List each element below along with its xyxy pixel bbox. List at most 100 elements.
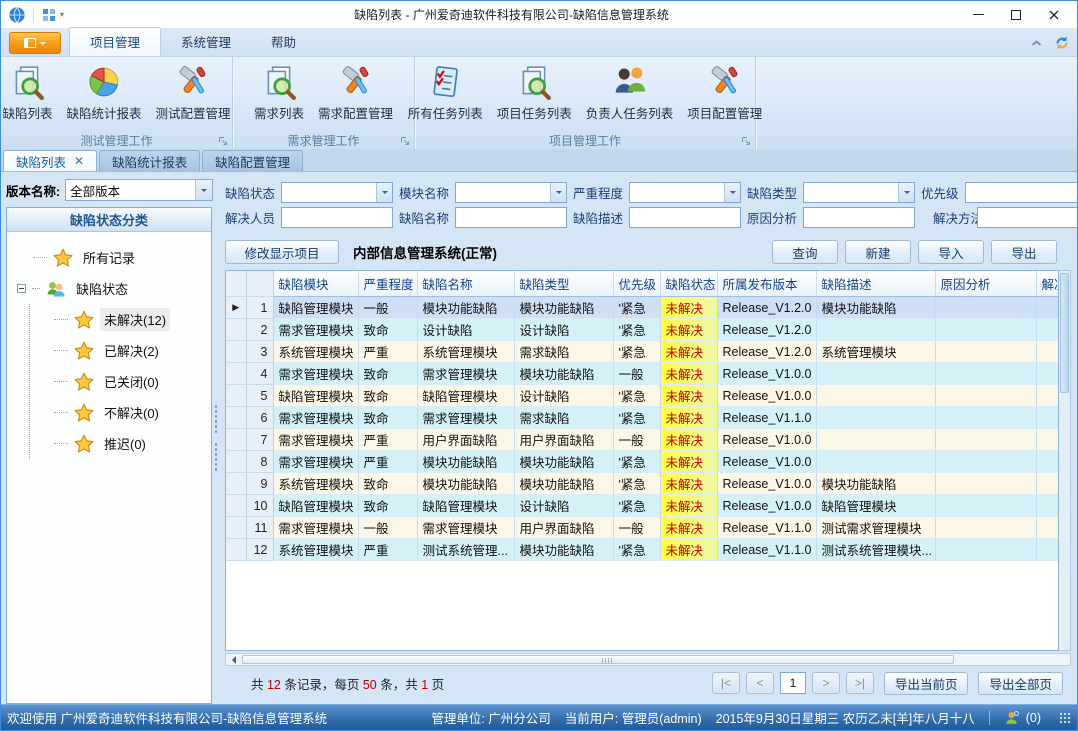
tab-defect-list[interactable]: 缺陷列表 ✕ xyxy=(3,150,97,171)
row-selector-cell[interactable] xyxy=(226,517,246,539)
solution-input[interactable] xyxy=(977,207,1078,228)
project-tasks-button[interactable]: 项目任务列表 xyxy=(490,62,579,124)
defect-desc-input[interactable] xyxy=(629,207,741,228)
collapse-ribbon-icon[interactable] xyxy=(1030,38,1043,48)
grid-row[interactable]: 5缺陷管理模块致命缺陷管理模块设计缺陷'紧急未解决Release_V1.0.0 xyxy=(226,385,1059,407)
tab-defect-report[interactable]: 缺陷统计报表 xyxy=(99,150,200,171)
horizontal-scrollbar[interactable] xyxy=(225,653,1071,666)
grid-row[interactable]: ▶1缺陷管理模块一般模块功能缺陷模块功能缺陷'紧急未解决Release_V1.2… xyxy=(226,297,1059,319)
priority-combobox[interactable] xyxy=(965,182,1078,203)
close-tab-icon[interactable]: ✕ xyxy=(74,154,84,168)
import-button[interactable]: 导入 xyxy=(918,240,984,264)
row-selector-cell[interactable] xyxy=(226,407,246,429)
combo-dropdown-icon[interactable] xyxy=(550,183,566,202)
row-selector-cell[interactable] xyxy=(226,451,246,473)
grid-row[interactable]: 4需求管理模块致命需求管理模块模块功能缺陷一般未解决Release_V1.0.0 xyxy=(226,363,1059,385)
resolver-input[interactable] xyxy=(281,207,393,228)
defect-type-combobox[interactable] xyxy=(803,182,915,203)
defect-report-button[interactable]: 缺陷统计报表 xyxy=(60,62,149,124)
export-all-pages-button[interactable]: 导出全部页 xyxy=(978,672,1063,695)
tree-item-closed[interactable]: 已关闭(0) xyxy=(54,366,207,397)
grid-row[interactable]: 11需求管理模块一般需求管理模块用户界面缺陷一般未解决Release_V1.1.… xyxy=(226,517,1059,539)
defect-list-button[interactable]: 缺陷列表 xyxy=(0,62,60,124)
dialog-launcher-icon[interactable] xyxy=(400,136,410,146)
combo-dropdown-icon[interactable] xyxy=(195,180,212,200)
col-header[interactable]: 缺陷类型 xyxy=(514,271,613,297)
quick-access-icon[interactable] xyxy=(41,7,57,23)
dialog-launcher-icon[interactable] xyxy=(741,136,751,146)
defect-name-input[interactable] xyxy=(455,207,567,228)
tree-item-defect-status[interactable]: 缺陷状态 xyxy=(17,273,207,304)
col-header[interactable]: 原因分析 xyxy=(935,271,1036,297)
row-selector-cell[interactable] xyxy=(226,429,246,451)
online-users-icon[interactable] xyxy=(1004,710,1020,726)
cause-input[interactable] xyxy=(803,207,915,228)
row-selector-cell[interactable] xyxy=(226,385,246,407)
about-icon[interactable] xyxy=(1053,34,1071,52)
grid-row[interactable]: 2需求管理模块致命设计缺陷设计缺陷'紧急未解决Release_V1.2.0 xyxy=(226,319,1059,341)
all-tasks-button[interactable]: 所有任务列表 xyxy=(401,62,490,124)
last-page-button[interactable]: >| xyxy=(846,672,874,694)
prev-page-button[interactable]: < xyxy=(746,672,774,694)
combo-dropdown-icon[interactable] xyxy=(898,183,914,202)
grid-row[interactable]: 10缺陷管理模块致命缺陷管理模块设计缺陷'紧急未解决Release_V1.0.0… xyxy=(226,495,1059,517)
application-menu-button[interactable] xyxy=(9,32,61,54)
col-header[interactable]: 解决方法 xyxy=(1036,271,1059,297)
tree-item-wontfix[interactable]: 不解决(0) xyxy=(54,397,207,428)
version-combobox[interactable]: 全部版本 xyxy=(65,179,213,201)
module-name-combobox[interactable] xyxy=(455,182,567,203)
next-page-button[interactable]: > xyxy=(812,672,840,694)
page-number-input[interactable]: 1 xyxy=(780,672,806,694)
first-page-button[interactable]: |< xyxy=(712,672,740,694)
combo-dropdown-icon[interactable] xyxy=(724,183,740,202)
tree-item-resolved[interactable]: 已解决(2) xyxy=(54,335,207,366)
col-header[interactable]: 缺陷描述 xyxy=(816,271,935,297)
ribbon-tab-system[interactable]: 系统管理 xyxy=(161,28,251,56)
export-button[interactable]: 导出 xyxy=(991,240,1057,264)
grid-row[interactable]: 3系统管理模块严重系统管理模块需求缺陷'紧急未解决Release_V1.2.0系… xyxy=(226,341,1059,363)
tree-item-postponed[interactable]: 推迟(0) xyxy=(54,428,207,459)
new-button[interactable]: 新建 xyxy=(845,240,911,264)
severity-combobox[interactable] xyxy=(629,182,741,203)
row-selector-cell[interactable] xyxy=(226,539,246,561)
row-selector-cell[interactable] xyxy=(226,473,246,495)
dialog-launcher-icon[interactable] xyxy=(218,136,228,146)
row-selector-cell[interactable] xyxy=(226,495,246,517)
export-current-page-button[interactable]: 导出当前页 xyxy=(884,672,969,695)
collapse-node-icon[interactable] xyxy=(17,284,26,293)
vertical-scrollbar[interactable] xyxy=(1059,270,1071,651)
test-config-button[interactable]: 测试配置管理 xyxy=(149,62,238,124)
col-header[interactable]: 所属发布版本 xyxy=(717,271,816,297)
scroll-left-icon[interactable] xyxy=(226,654,241,665)
modify-columns-button[interactable]: 修改显示项目 xyxy=(225,240,339,264)
grid-row[interactable]: 12系统管理模块严重测试系统管理...模块功能缺陷'紧急未解决Release_V… xyxy=(226,539,1059,561)
col-header[interactable]: 缺陷模块 xyxy=(273,271,358,297)
tab-defect-config[interactable]: 缺陷配置管理 xyxy=(202,150,303,171)
col-header[interactable]: 严重程度 xyxy=(358,271,417,297)
close-button[interactable] xyxy=(1035,3,1073,27)
requirement-list-button[interactable]: 需求列表 xyxy=(247,62,311,124)
combo-dropdown-icon[interactable] xyxy=(376,183,392,202)
col-header[interactable]: 缺陷名称 xyxy=(417,271,514,297)
maximize-button[interactable] xyxy=(997,3,1035,27)
row-selector-cell[interactable] xyxy=(226,363,246,385)
project-config-button[interactable]: 项目配置管理 xyxy=(680,62,769,124)
col-header[interactable]: 缺陷状态 xyxy=(660,271,717,297)
grid-row[interactable]: 6需求管理模块致命需求管理模块需求缺陷'紧急未解决Release_V1.1.0 xyxy=(226,407,1059,429)
col-header[interactable]: 优先级 xyxy=(613,271,660,297)
owner-tasks-button[interactable]: 负责人任务列表 xyxy=(579,62,681,124)
query-button[interactable]: 查询 xyxy=(772,240,838,264)
minimize-button[interactable] xyxy=(959,3,997,27)
grid-row[interactable]: 9系统管理模块致命模块功能缺陷模块功能缺陷'紧急未解决Release_V1.0.… xyxy=(226,473,1059,495)
scrollbar-thumb[interactable] xyxy=(242,655,954,664)
ribbon-tab-project[interactable]: 项目管理 xyxy=(69,27,161,56)
ribbon-tab-help[interactable]: 帮助 xyxy=(251,28,316,56)
row-selector-cell[interactable]: ▶ xyxy=(226,297,246,319)
grid-row[interactable]: 8需求管理模块严重模块功能缺陷模块功能缺陷'紧急未解决Release_V1.0.… xyxy=(226,451,1059,473)
requirement-config-button[interactable]: 需求配置管理 xyxy=(311,62,400,124)
scrollbar-thumb[interactable] xyxy=(1060,273,1069,393)
resize-grip-icon[interactable] xyxy=(1059,712,1071,724)
grid-row[interactable]: 7需求管理模块严重用户界面缺陷用户界面缺陷一般未解决Release_V1.0.0 xyxy=(226,429,1059,451)
tree-item-unresolved[interactable]: 未解决(12) xyxy=(54,304,207,335)
row-selector-cell[interactable] xyxy=(226,319,246,341)
